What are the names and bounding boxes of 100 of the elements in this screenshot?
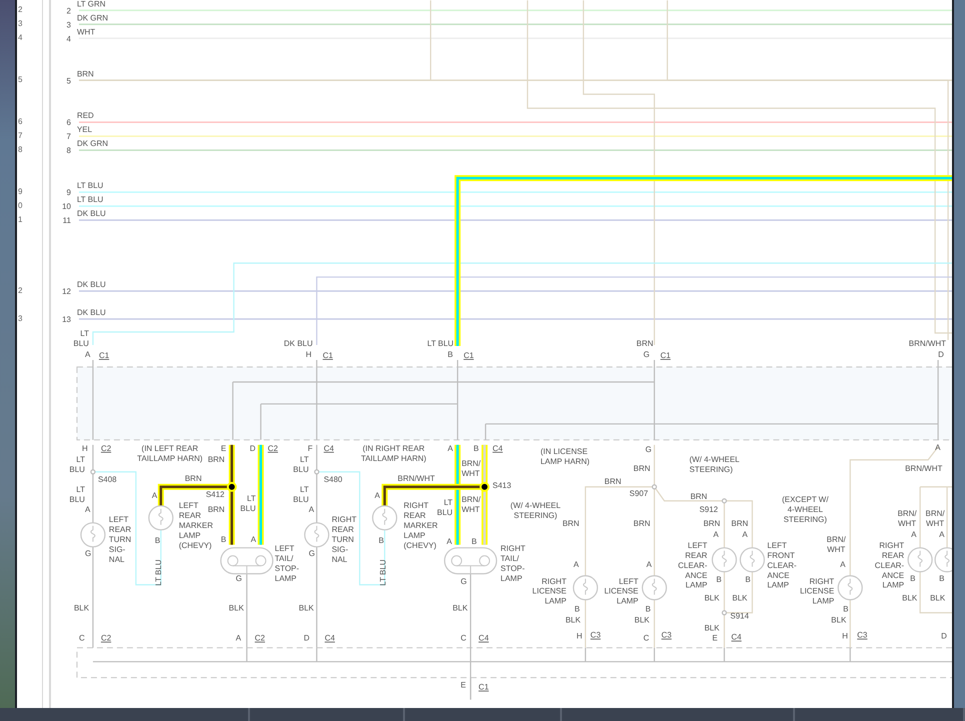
diagram-label: D [250,444,256,453]
connector-label: C4 [324,444,334,453]
diagram-label: S412 [206,490,224,499]
diagram-label: A [250,534,256,544]
diagram-label: B [220,534,226,544]
diagram-label: LEFT REAR CLEAR- ANCE LAMP [678,540,708,590]
diagram-label: (W/ 4-WHEEL STEERING) [689,454,740,474]
diagram-label: B [843,604,848,614]
diagram-label: A [935,442,940,452]
row-number: 3 [66,20,71,30]
diagram-label: BRN [208,454,225,464]
wire-color-label: YEL [76,125,92,134]
lamp-symbol [907,547,933,572]
diagram-label: C [78,634,85,643]
wire-color-label: DK BLU [76,209,106,218]
diagram-label: G [460,576,467,586]
diagram-label: B [939,574,944,583]
diagram-label: DK BLU [284,339,313,348]
diagram-label: C [460,634,466,643]
diagram-label: BLK [704,594,720,603]
diagram-label: E [712,634,718,643]
diagram-label: (EXCEPT W/ 4-WHEEL STEERING) [782,494,828,524]
diagram-label: BRN [690,492,708,501]
wire-color-label: DK GRN [76,139,108,148]
diagram-label: B [448,350,453,359]
diagram-label: A [713,530,719,539]
diagram-label: LT BLU [437,498,453,517]
diagram-label: BRN [633,518,650,528]
diagram-label: D [304,634,310,643]
diagram-label: B [574,604,580,614]
diagram-label: BRN/WHT [908,339,946,348]
diagram-label: LT BLU [427,339,454,348]
diagram-label: B [154,536,160,545]
diagram-label: BLK [732,594,748,603]
wire-color-label: WHT [76,27,96,36]
line-number: 8 [18,146,22,154]
connector-label: C4 [324,634,335,643]
connector-label: C2 [100,634,112,643]
diagram-label: (IN LEFT REAR TAILLAMP HARN) [137,444,203,463]
diagram-label: LT BLU [240,494,256,513]
wire-color-label: RED [76,111,94,120]
row-number: 9 [66,188,71,198]
diagram-label: A [573,560,579,569]
diagram-label: H [842,632,848,641]
diagram-label: S408 [98,474,117,484]
diagram-label: LEFT FRONT CLEAR- ANCE LAMP [767,540,796,590]
diagram-label: A [840,560,846,569]
lamp-symbol [712,547,737,572]
wire-color-label: LT BLU [378,559,388,586]
diagram-label: RIGHT REAR MARKER LAMP (CHEVY) [404,500,438,550]
diagram-label: BRN/ WHT [898,508,917,528]
diagram-label: A [84,504,90,514]
diagram-label: (IN RIGHT REAR TAILLAMP HARN) [360,444,426,463]
line-number: 1 [18,216,22,224]
diagram-label: LEFT TAIL/ STOP- LAMP [274,544,299,583]
connector-label: C2 [254,634,265,643]
lamp-symbol [148,505,174,530]
diagram-label: BRN [562,518,580,528]
diagram-label: (W/ 4-WHEEL STEERING) [510,500,560,520]
diagram-label: LT BLU [293,454,309,474]
diagram-label: G [236,574,242,583]
diagram-label: BRN/ WHT [926,508,945,528]
line-number: 0 [18,202,22,210]
diagram-label: C [643,634,650,643]
lamp-symbol [304,522,330,548]
diagram-label: H [82,444,88,453]
connector-label: C4 [478,634,489,643]
diagram-label: BRN/ WHT [462,494,481,514]
row-number: 4 [66,34,71,44]
diagram-label: A [152,490,158,500]
diagram-label: BLK [565,616,580,625]
lamp-symbol [80,522,106,548]
wire-color-label: LT BLU [76,181,104,190]
row-number: 11 [62,216,71,226]
connector-label: C3 [661,630,672,640]
line-number: 4 [18,34,22,42]
lamp-symbol [740,547,765,572]
diagram-label: A [939,530,944,539]
connector-label: C3 [590,630,601,640]
diagram-label: G [643,350,650,359]
diagram-label: D [938,350,944,359]
diagram-label: BRN [636,339,654,348]
diagram-label: B [378,536,384,545]
diagram-label: BLK [228,604,244,613]
wire-color-label: LT GRN [76,0,106,8]
diagram-label: BRN [208,504,225,514]
connector-label: C2 [268,444,278,453]
diagram-label: B [745,574,751,584]
line-number: 3 [18,20,22,28]
connector-label: C4 [492,444,503,453]
diagram-label: BLK [831,616,846,625]
diagram-label: B [910,574,916,583]
line-number: 7 [18,132,22,140]
diagram-label: A [448,444,453,453]
connector-label: C4 [731,632,742,642]
diagram-label: LEFT LICENSE LAMP [604,576,638,606]
connector-label: C1 [322,351,333,360]
diagram-label: BRN [633,464,650,473]
wire-color-label: DK BLU [76,280,106,290]
diagram-label: BRN/ WHT [826,534,846,554]
